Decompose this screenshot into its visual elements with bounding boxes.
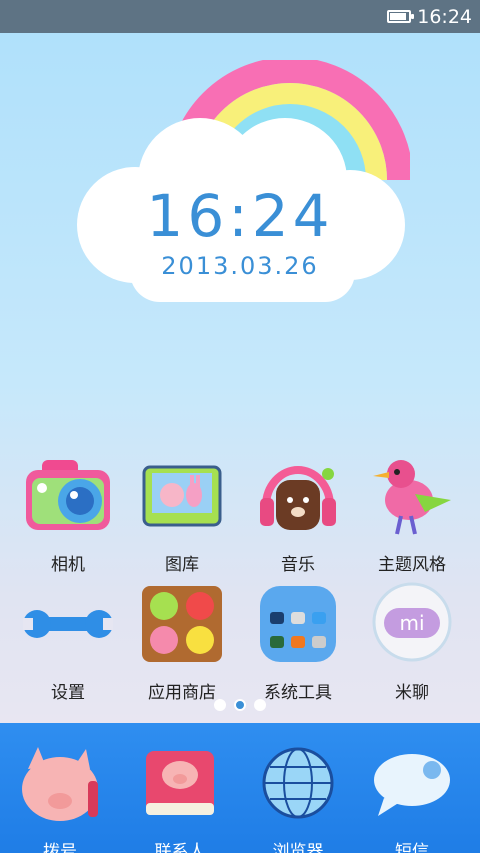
- dock-label: 联系人: [154, 842, 206, 853]
- globe-icon: [250, 735, 346, 831]
- dock: 拨号 联系人 浏览器 短信: [0, 723, 480, 853]
- pig-phone-icon: [12, 735, 108, 831]
- app-music[interactable]: 音乐: [238, 448, 358, 578]
- page-dot[interactable]: [214, 699, 226, 711]
- bird-theme-icon: [364, 448, 460, 544]
- app-mi-chat[interactable]: mi 米聊: [352, 576, 472, 706]
- app-camera[interactable]: 相机: [8, 448, 128, 578]
- status-bar: 16:24: [0, 0, 480, 33]
- folder-tools-icon: [250, 576, 346, 672]
- app-gallery[interactable]: 图库: [122, 448, 242, 578]
- page-dot[interactable]: [254, 699, 266, 711]
- camera-icon: [20, 448, 116, 544]
- dock-label: 拨号: [43, 842, 77, 853]
- wrench-icon: [20, 576, 116, 672]
- app-system-tools[interactable]: 系统工具: [238, 576, 358, 706]
- gallery-icon: [134, 448, 230, 544]
- dock-browser[interactable]: 浏览器: [238, 735, 358, 853]
- fruit-box-icon: [134, 576, 230, 672]
- app-store[interactable]: 应用商店: [122, 576, 242, 706]
- mi-chat-icon: mi: [364, 576, 460, 672]
- dock-contacts[interactable]: 联系人: [120, 735, 240, 853]
- dock-messages[interactable]: 短信: [352, 735, 472, 853]
- dock-label: 浏览器: [272, 842, 324, 853]
- chat-bubble-icon: [364, 735, 460, 831]
- status-time: 16:24: [417, 5, 472, 28]
- svg-text:mi: mi: [399, 611, 424, 635]
- app-label: 音乐: [281, 555, 315, 575]
- clock-time: 16:24: [146, 182, 334, 250]
- battery-icon: [387, 10, 415, 23]
- app-label: 图库: [165, 555, 199, 575]
- music-icon: [250, 448, 346, 544]
- clock-date: 2013.03.26: [161, 252, 319, 280]
- page-indicator[interactable]: [0, 699, 480, 711]
- app-label: 相机: [51, 555, 85, 575]
- app-theme[interactable]: 主题风格: [352, 448, 472, 578]
- pig-book-icon: [132, 735, 228, 831]
- dock-label: 短信: [395, 842, 429, 853]
- page-dot[interactable]: [234, 699, 246, 711]
- dock-dialer[interactable]: 拨号: [0, 735, 120, 853]
- app-label: 主题风格: [378, 555, 446, 575]
- clock-widget[interactable]: 16:24 2013.03.26: [70, 60, 410, 310]
- app-settings[interactable]: 设置: [8, 576, 128, 706]
